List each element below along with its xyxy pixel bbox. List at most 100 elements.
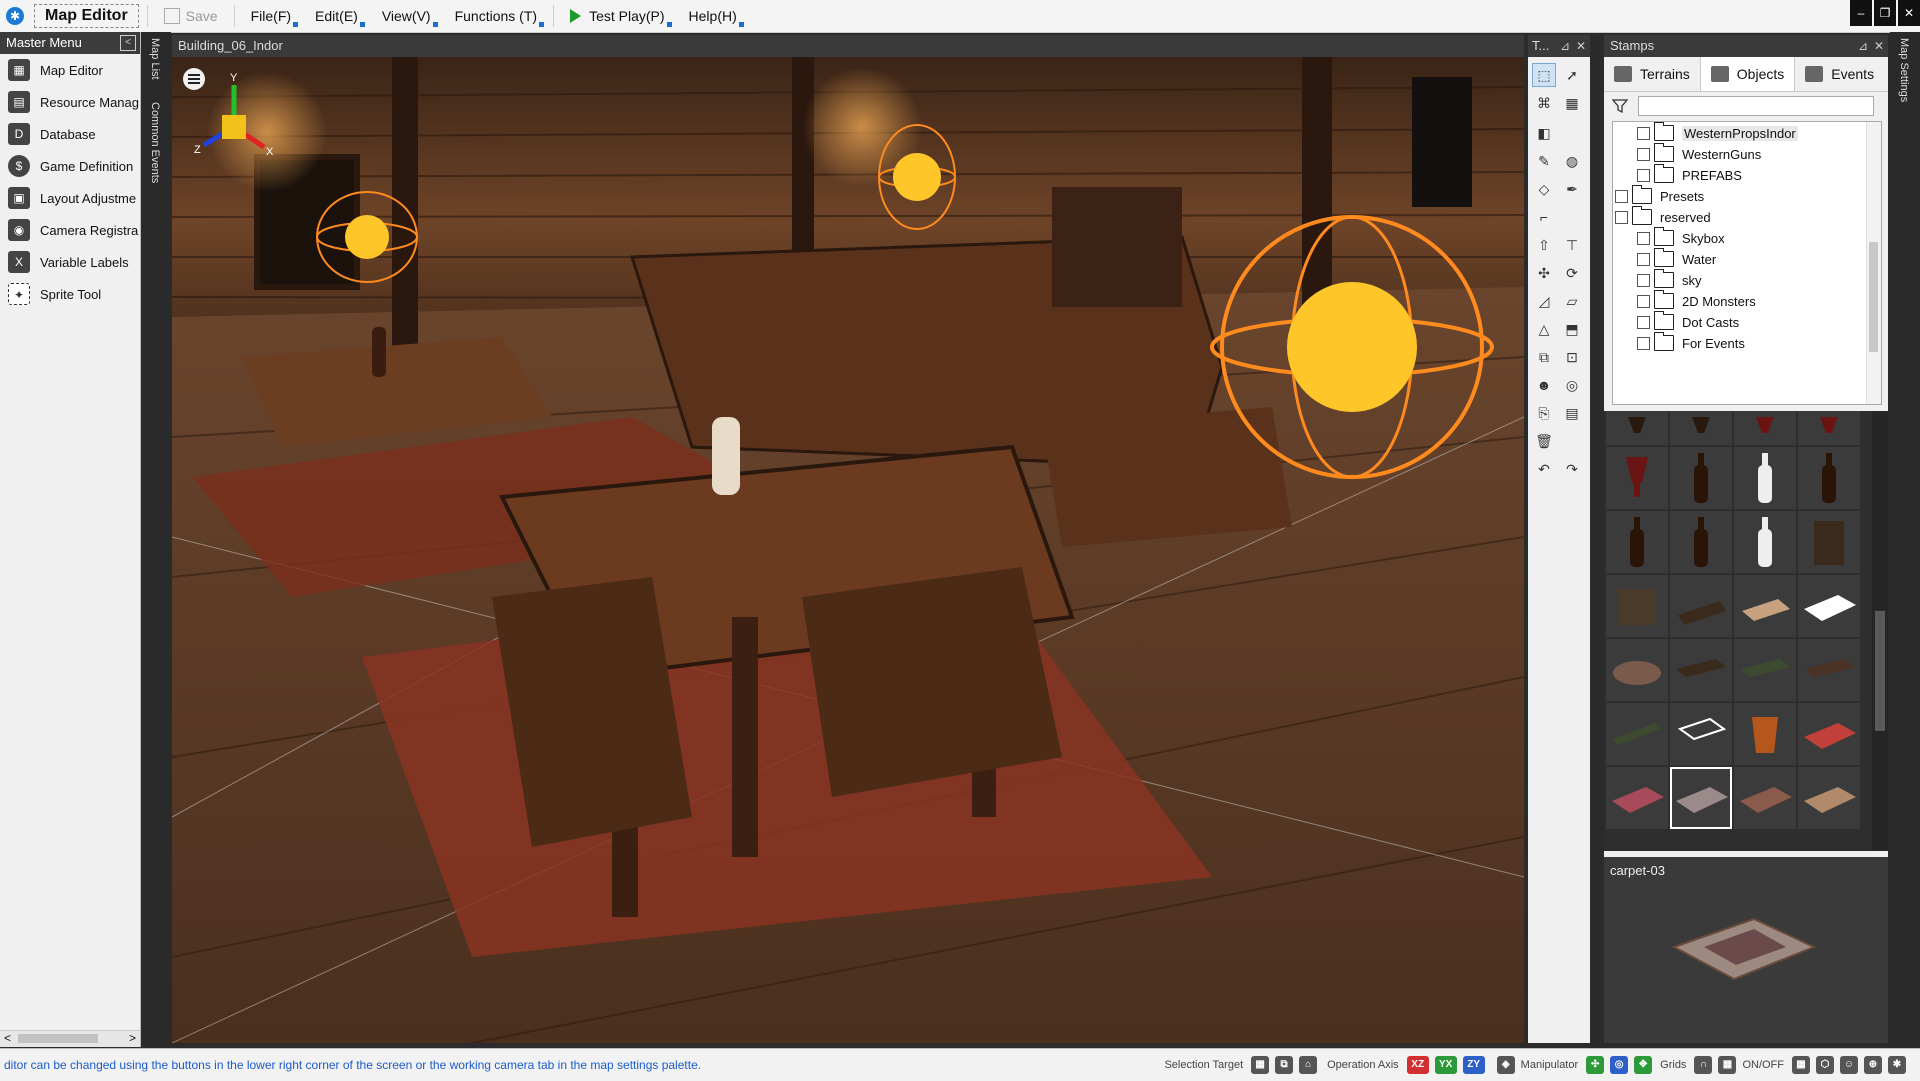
stamp-tool-icon[interactable]: ⊤: [1560, 233, 1584, 257]
tab-map-settings[interactable]: Map Settings: [1898, 38, 1910, 102]
collapse-panel-button[interactable]: <: [120, 35, 136, 51]
axis-yx-button[interactable]: YX: [1435, 1056, 1457, 1074]
close-icon[interactable]: ✕: [1874, 35, 1884, 57]
master-menu-item-database[interactable]: DDatabase: [0, 118, 140, 150]
axis-zy-button[interactable]: ZY: [1463, 1056, 1485, 1074]
scrollbar-thumb[interactable]: [1875, 611, 1885, 731]
paste-icon[interactable]: ▤: [1560, 401, 1584, 425]
menu-functions[interactable]: Functions (T): [447, 3, 545, 29]
triangle-tool-icon[interactable]: △: [1532, 317, 1556, 341]
select-grid-icon[interactable]: ▦: [1251, 1056, 1269, 1074]
menu-file[interactable]: File(F): [243, 3, 299, 29]
camera-grid-icon[interactable]: ▦: [1792, 1056, 1810, 1074]
layer-tool-icon[interactable]: ⧉: [1532, 345, 1556, 369]
stamp-thumbnail[interactable]: [1798, 575, 1860, 637]
scrollbar-thumb[interactable]: [18, 1034, 98, 1043]
eyedropper-tool-icon[interactable]: ✒: [1560, 177, 1584, 201]
map-viewport[interactable]: Building_06_Indor: [172, 35, 1524, 1043]
target-tool-icon[interactable]: ◎: [1560, 373, 1584, 397]
stamp-thumbnail[interactable]: [1606, 411, 1668, 445]
camera-person-icon[interactable]: ☺: [1840, 1056, 1858, 1074]
stamp-thumbnail[interactable]: [1606, 511, 1668, 573]
stamp-thumbnail[interactable]: [1670, 411, 1732, 445]
stamp-thumbnail[interactable]: [1734, 575, 1796, 637]
checkbox[interactable]: [1637, 316, 1650, 329]
stamp-thumbnail[interactable]: [1606, 575, 1668, 637]
grid-select-tool-icon[interactable]: ▦: [1560, 91, 1584, 115]
tree-item[interactable]: Skybox: [1637, 227, 1725, 249]
checkbox[interactable]: [1637, 169, 1650, 182]
tab-common-events[interactable]: Common Events: [149, 102, 161, 183]
horizontal-scrollbar[interactable]: < >: [0, 1030, 140, 1047]
master-menu-item-sprite-tool[interactable]: ✦Sprite Tool: [0, 278, 140, 310]
tree-item[interactable]: reserved: [1615, 206, 1711, 228]
thumbnail-scrollbar[interactable]: [1872, 411, 1888, 851]
master-menu-item-map-editor[interactable]: ▦Map Editor: [0, 54, 140, 86]
character-tool-icon[interactable]: ☻: [1532, 373, 1556, 397]
menu-edit[interactable]: Edit(E): [307, 3, 366, 29]
test-play-button[interactable]: Test Play(P): [562, 3, 672, 29]
close-icon[interactable]: ✕: [1576, 35, 1586, 57]
maximize-button[interactable]: ❐: [1874, 0, 1896, 26]
pointer-tool-icon[interactable]: ➚: [1560, 63, 1584, 87]
tree-item[interactable]: WesternPropsIndor: [1637, 122, 1798, 144]
checkbox[interactable]: [1637, 253, 1650, 266]
checkbox[interactable]: [1637, 148, 1650, 161]
tree-item[interactable]: For Events: [1637, 332, 1745, 354]
scene-render[interactable]: Y X Z: [172, 57, 1524, 1043]
brush-tool-icon[interactable]: ⌐: [1532, 205, 1556, 229]
camera-settings-icon[interactable]: ✱: [1888, 1056, 1906, 1074]
app-logo-icon[interactable]: ✱: [6, 7, 24, 25]
checkbox[interactable]: [1637, 127, 1650, 140]
save-button[interactable]: Save: [156, 3, 226, 29]
fill-tool-icon[interactable]: ◍: [1560, 149, 1584, 173]
camera-cube-icon[interactable]: ⬡: [1816, 1056, 1834, 1074]
eraser-tool-icon[interactable]: ◇: [1532, 177, 1556, 201]
stamp-thumbnail[interactable]: [1670, 447, 1732, 509]
box-tool-icon[interactable]: ◧: [1532, 121, 1556, 145]
axis-xz-button[interactable]: XZ: [1407, 1056, 1429, 1074]
stamp-thumbnail[interactable]: [1734, 639, 1796, 701]
master-menu-item-resource-manager[interactable]: ▤Resource Manag: [0, 86, 140, 118]
tab-events[interactable]: Events: [1795, 57, 1884, 91]
master-menu-item-game-definition[interactable]: $Game Definition: [0, 150, 140, 182]
tree-item[interactable]: Dot Casts: [1637, 311, 1739, 333]
tree-item[interactable]: Presets: [1615, 185, 1704, 207]
stamp-thumbnail[interactable]: [1798, 447, 1860, 509]
minimize-button[interactable]: –: [1850, 0, 1872, 26]
tree-item[interactable]: WesternGuns: [1637, 143, 1761, 165]
move-gizmo-tool-icon[interactable]: ✣: [1532, 261, 1556, 285]
camera-world-icon[interactable]: ⊕: [1864, 1056, 1882, 1074]
tab-objects[interactable]: Objects: [1700, 57, 1795, 91]
stamp-thumbnail[interactable]: [1670, 575, 1732, 637]
slope-tool-icon[interactable]: ◿: [1532, 289, 1556, 313]
stamp-thumbnail[interactable]: [1734, 511, 1796, 573]
pencil-tool-icon[interactable]: ✎: [1532, 149, 1556, 173]
stamp-thumbnail[interactable]: [1798, 767, 1860, 829]
scale-manipulator-icon[interactable]: ✥: [1634, 1056, 1652, 1074]
stamp-thumbnail[interactable]: [1734, 447, 1796, 509]
lasso-select-tool-icon[interactable]: ⌘: [1532, 91, 1556, 115]
grid-toggle-icon[interactable]: ▦: [1718, 1056, 1736, 1074]
pin-icon[interactable]: ⊿: [1560, 35, 1570, 57]
copy-icon[interactable]: ⎘: [1532, 401, 1556, 425]
stamp-thumbnail[interactable]: [1734, 767, 1796, 829]
stamp-thumbnail[interactable]: [1606, 639, 1668, 701]
pin-icon[interactable]: ⊿: [1858, 35, 1868, 57]
close-button[interactable]: ✕: [1898, 0, 1920, 26]
select-objects-icon[interactable]: ⧉: [1275, 1056, 1293, 1074]
tab-map-list[interactable]: Map List: [149, 38, 161, 80]
scroll-left-button[interactable]: <: [4, 1031, 11, 1045]
viewport-menu-button[interactable]: [183, 68, 205, 90]
checkbox[interactable]: [1637, 274, 1650, 287]
rotate-manipulator-icon[interactable]: ◎: [1610, 1056, 1628, 1074]
stamp-thumbnail[interactable]: [1734, 411, 1796, 445]
checkbox[interactable]: [1615, 190, 1628, 203]
master-menu-item-variable-labels[interactable]: XVariable Labels: [0, 246, 140, 278]
filter-icon[interactable]: [1612, 98, 1628, 114]
tab-terrains[interactable]: Terrains: [1604, 57, 1700, 91]
trash-icon[interactable]: 🗑: [1532, 429, 1556, 453]
checkbox[interactable]: [1637, 337, 1650, 350]
checkbox[interactable]: [1615, 211, 1628, 224]
stamp-thumbnail[interactable]: [1670, 703, 1732, 765]
